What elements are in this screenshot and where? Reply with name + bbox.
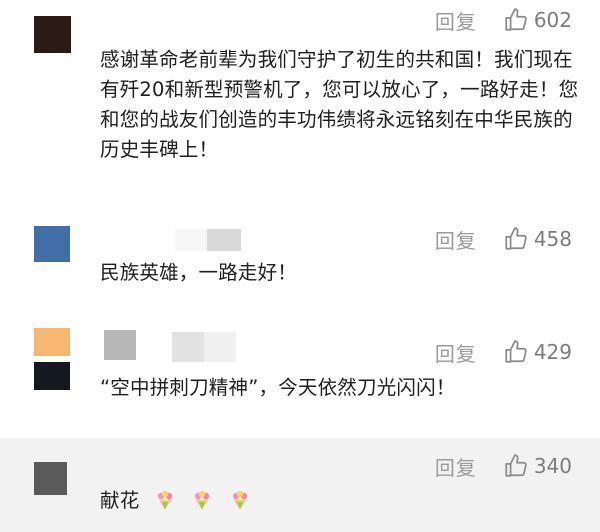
bouquet-emoji	[232, 490, 247, 510]
avatar[interactable]	[34, 462, 67, 495]
like-count: 340	[533, 454, 572, 478]
like-button[interactable]: 429	[503, 339, 572, 365]
comment-actions: 回复 429	[435, 338, 572, 366]
comment-actions: 回复 340	[435, 452, 572, 480]
bouquet-emoji	[195, 490, 210, 510]
avatar[interactable]	[34, 16, 71, 53]
like-button[interactable]: 458	[503, 226, 572, 252]
like-count: 429	[533, 340, 572, 364]
comment-item: 回复 602 感谢革命老前辈为我们守护了初生的共和国！我们现在有歼20和新型预警…	[0, 0, 600, 200]
like-count: 458	[533, 227, 572, 251]
avatar[interactable]	[34, 328, 70, 390]
like-button[interactable]: 340	[503, 453, 572, 479]
comment-text: 感谢革命老前辈为我们守护了初生的共和国！我们现在有歼20和新型预警机了，您可以放…	[100, 48, 579, 161]
like-button[interactable]: 602	[503, 7, 572, 33]
comment-text: 献花	[100, 489, 140, 512]
thumbs-up-icon	[505, 454, 527, 477]
like-count: 602	[533, 8, 572, 32]
bouquet-emoji	[157, 490, 173, 510]
reply-button[interactable]: 回复	[435, 225, 477, 254]
reply-button[interactable]: 回复	[435, 6, 477, 35]
reply-button[interactable]: 回复	[435, 338, 477, 367]
comment-item: 回复 340 献花	[0, 438, 600, 532]
thumbs-up-icon	[505, 227, 527, 250]
comment-text: “空中拼刺刀精神”，今天依然刀光闪闪！	[100, 376, 456, 399]
reply-button[interactable]: 回复	[435, 452, 477, 481]
thumbs-up-icon	[505, 340, 527, 363]
comment-actions: 回复 458	[435, 225, 572, 253]
comment-actions: 回复 602	[435, 6, 572, 34]
comment-text: 民族英雄，一路走好！	[100, 261, 298, 284]
comment-text-row: 献花	[100, 486, 580, 516]
thumbs-up-icon	[505, 8, 527, 31]
comment-item: 回复 458 民族英雄，一路走好！	[0, 205, 600, 305]
username-blurred[interactable]	[104, 330, 136, 360]
username-blurred[interactable]	[175, 229, 241, 251]
avatar[interactable]	[34, 226, 70, 262]
username-blurred[interactable]	[172, 332, 236, 362]
comment-item: 回复 429 “空中拼刺刀精神”，今天依然刀光闪闪！	[0, 318, 600, 430]
